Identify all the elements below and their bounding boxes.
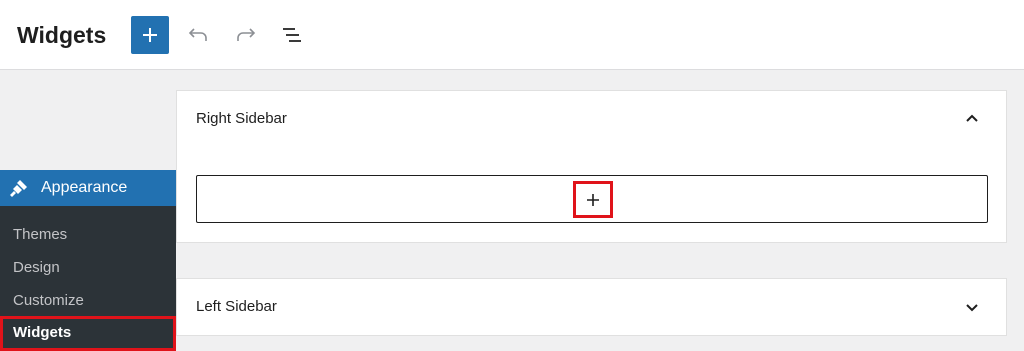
plus-icon <box>587 193 599 206</box>
page-title: Widgets <box>17 22 107 48</box>
add-block-appender-button[interactable] <box>573 181 613 218</box>
admin-menu: Appearance Themes Design Customize Widge… <box>0 170 176 351</box>
block-appender <box>196 175 988 223</box>
submenu: Themes Design Customize Widgets <box>0 206 176 351</box>
menu-item-appearance[interactable]: Appearance <box>0 170 176 206</box>
undo-button[interactable] <box>186 22 212 48</box>
widget-area-title: Left Sidebar <box>196 298 277 315</box>
editor-header: Widgets <box>0 0 1024 70</box>
widget-area-left-sidebar: Left Sidebar <box>176 278 1007 336</box>
expand-toggle[interactable] <box>963 298 981 316</box>
paintbrush-icon <box>9 178 29 198</box>
collapse-toggle[interactable] <box>963 109 981 127</box>
submenu-item-themes[interactable]: Themes <box>0 218 176 251</box>
undo-icon <box>188 28 207 41</box>
menu-item-label: Appearance <box>41 179 128 196</box>
list-view-button[interactable] <box>279 22 305 48</box>
submenu-item-design[interactable]: Design <box>0 251 176 284</box>
chevron-down-icon <box>966 304 978 312</box>
add-block-button[interactable] <box>131 16 169 54</box>
widget-area-right-sidebar: Right Sidebar <box>176 90 1007 243</box>
submenu-item-customize[interactable]: Customize <box>0 284 176 317</box>
chevron-up-icon <box>966 114 978 122</box>
plus-icon <box>143 28 157 42</box>
redo-icon <box>237 28 256 41</box>
list-view-icon <box>283 28 301 42</box>
widget-area-title: Right Sidebar <box>196 110 287 127</box>
redo-button[interactable] <box>232 22 258 48</box>
submenu-item-widgets[interactable]: Widgets <box>0 316 176 351</box>
